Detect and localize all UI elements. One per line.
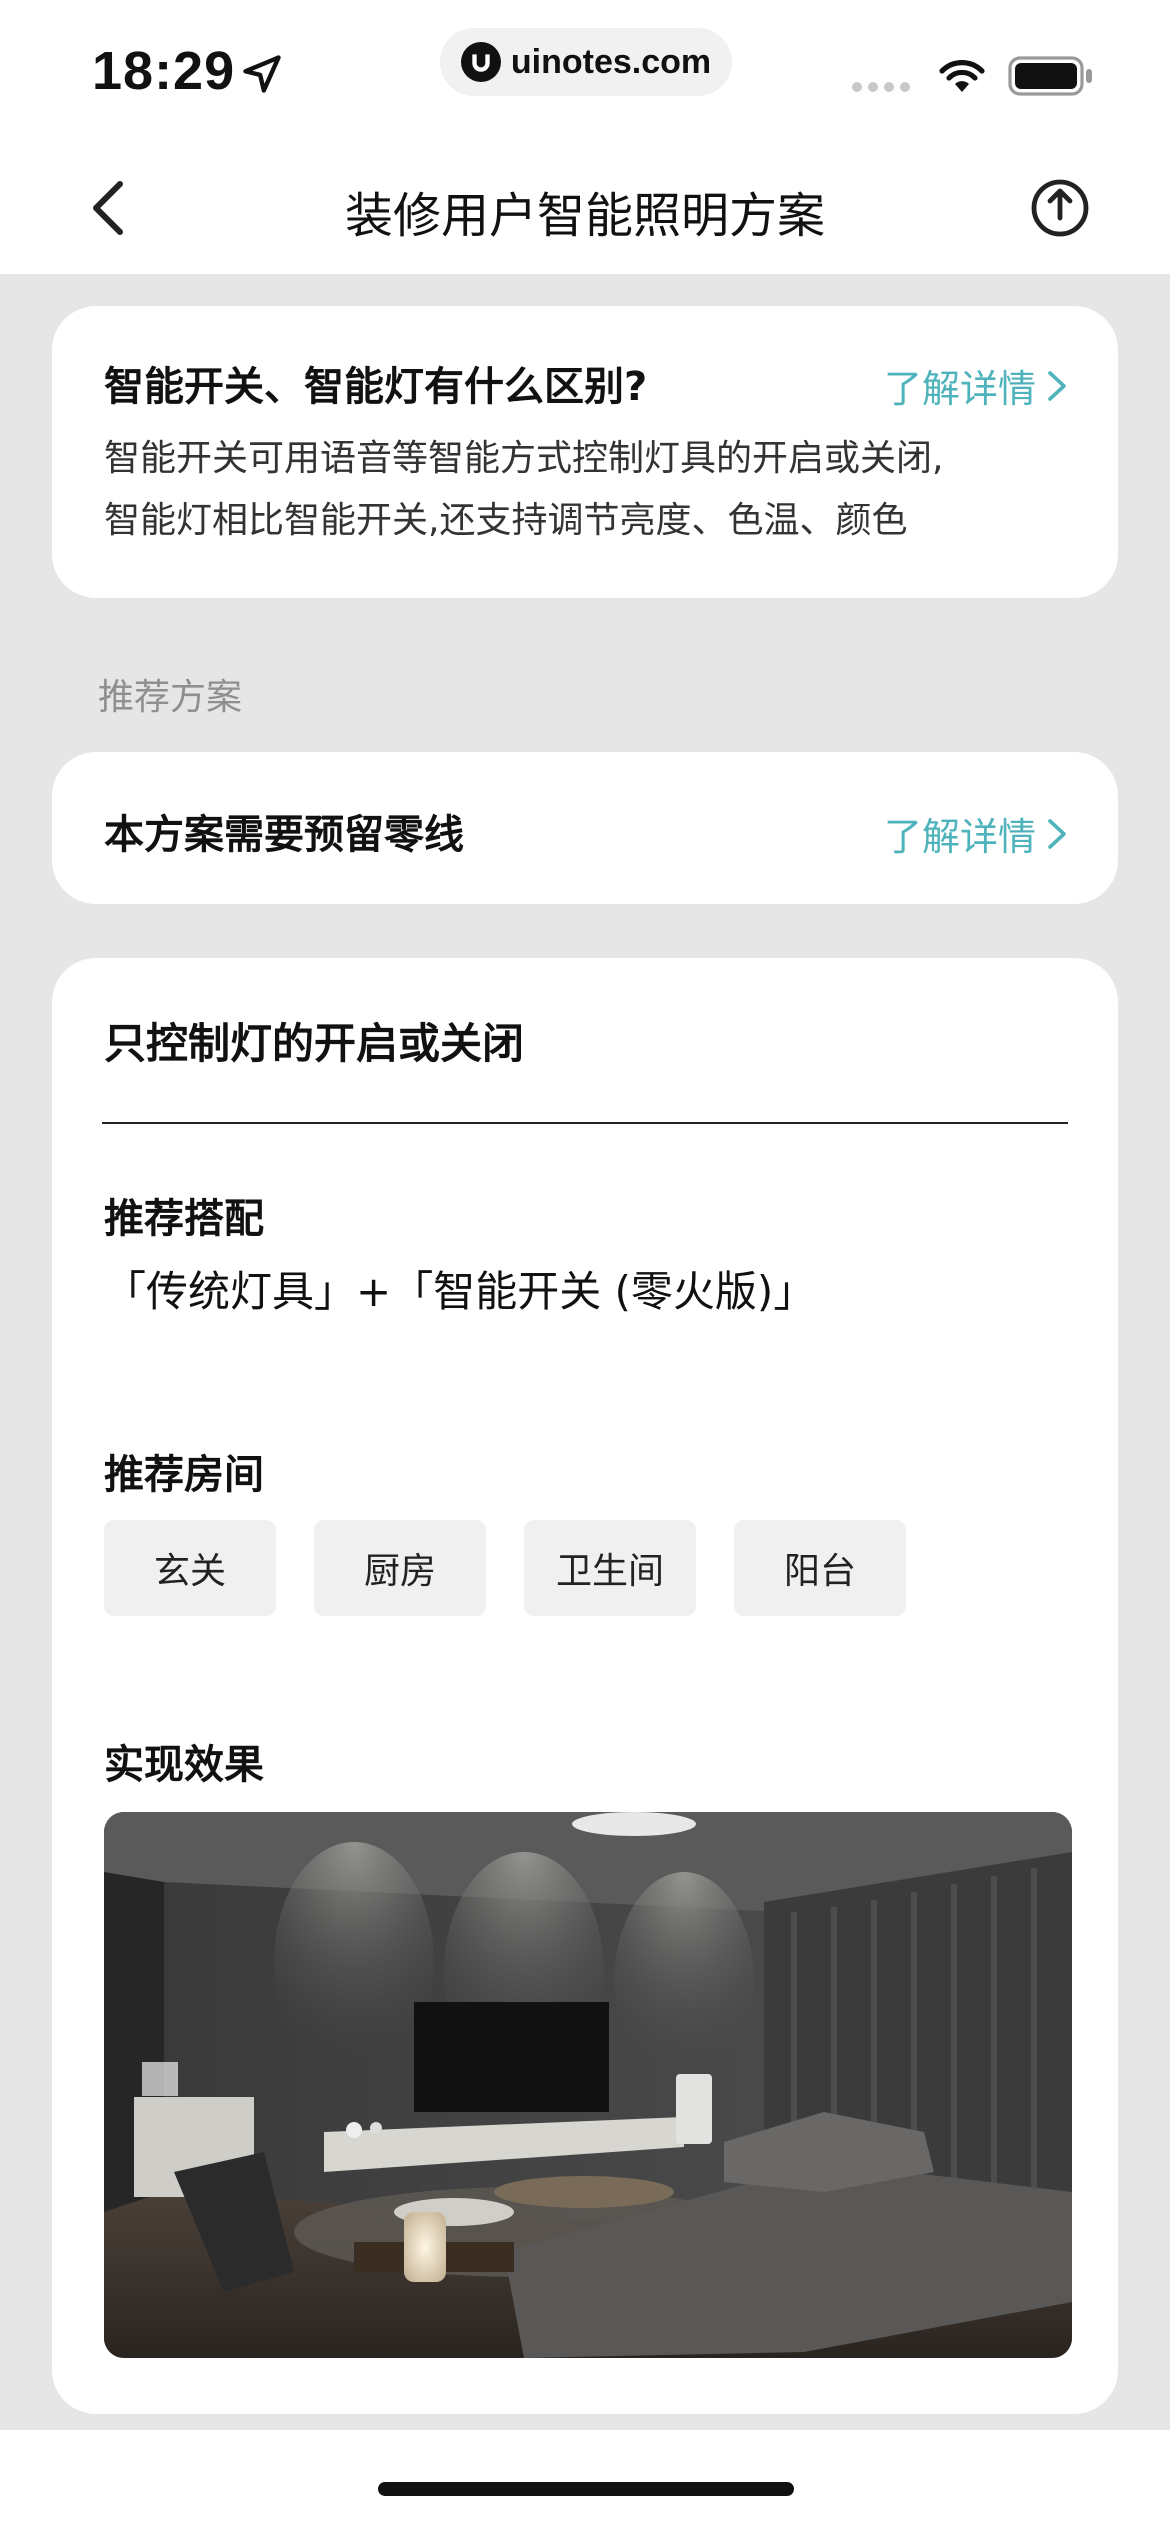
faq-description-line: 智能开关可用语音等智能方式控制灯具的开启或关闭,	[104, 438, 944, 479]
chevron-right-icon	[1048, 370, 1066, 401]
location-arrow-icon	[243, 55, 281, 93]
faq-description: 智能开关可用语音等智能方式控制灯具的开启或关闭, 智能灯相比智能开关,还支持调节…	[104, 428, 1084, 552]
neutral-detail-link[interactable]: 了解详情	[884, 806, 1068, 861]
faq-card: 智能开关、智能灯有什么区别? 了解详情 智能开关可用语音等智能方式控制灯具的开启…	[52, 306, 1118, 598]
battery-icon	[1008, 56, 1092, 96]
room-tag-bathroom: 卫生间	[524, 1520, 696, 1616]
faq-description-line: 智能灯相比智能开关,还支持调节亮度、色温、颜色	[104, 500, 908, 541]
site-logo-icon	[460, 42, 501, 82]
room-tag-entrance: 玄关	[104, 1520, 276, 1616]
page-title: 装修用户智能照明方案	[344, 188, 825, 244]
room-tags: 玄关 厨房 卫生间 阳台	[104, 1520, 906, 1616]
wifi-icon	[939, 60, 985, 92]
page: 18:29 uinotes.com 装修用户智能照明方案 智能开关、智能灯有什么…	[0, 0, 1170, 2532]
faq-detail-link-label: 了解详情	[883, 367, 1036, 411]
faq-title: 智能开关、智能灯有什么区别?	[104, 364, 648, 410]
living-room-effect-image	[104, 1812, 1072, 2358]
combo-text: 「传统灯具」+「智能开关 (零火版)」	[104, 1267, 816, 1316]
home-indicator[interactable]	[378, 2482, 794, 2496]
neutral-detail-link-label: 了解详情	[883, 815, 1036, 859]
rooms-heading: 推荐房间	[104, 1452, 264, 1498]
chevron-right-icon	[1048, 818, 1066, 849]
status-time: 18:29	[92, 41, 236, 101]
neutral-wire-card[interactable]: 本方案需要预留零线 了解详情	[52, 752, 1118, 904]
faq-detail-link[interactable]: 了解详情	[884, 358, 1068, 413]
room-tag-balcony: 阳台	[734, 1520, 906, 1616]
share-icon[interactable]	[1030, 176, 1090, 238]
room-tag-kitchen: 厨房	[314, 1520, 486, 1616]
status-bar: 18:29 uinotes.com	[0, 0, 1170, 140]
home-indicator-bar	[0, 2430, 1170, 2532]
divider	[102, 1122, 1068, 1124]
combo-heading: 推荐搭配	[104, 1196, 264, 1242]
neutral-wire-title: 本方案需要预留零线	[104, 812, 464, 858]
cellular-signal-icon	[852, 82, 910, 92]
plan-title: 只控制灯的开启或关闭	[104, 1019, 525, 1068]
url-text: uinotes.com	[510, 42, 712, 81]
navigation-bar: 装修用户智能照明方案	[0, 140, 1170, 274]
plan-card: 只控制灯的开启或关闭 推荐搭配 「传统灯具」+「智能开关 (零火版)」 推荐房间…	[52, 958, 1118, 2414]
url-pill[interactable]: uinotes.com	[440, 28, 732, 96]
effect-heading: 实现效果	[104, 1742, 264, 1788]
section-label-recommended: 推荐方案	[98, 677, 243, 718]
